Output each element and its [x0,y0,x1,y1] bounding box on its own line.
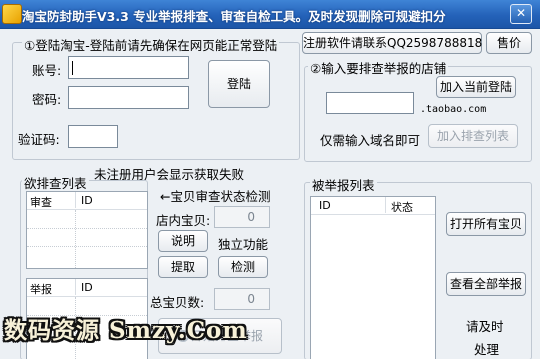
handle-notice-line2: 处理 [474,342,500,357]
app-icon [2,4,22,24]
extract-button[interactable]: 提取 [158,256,208,278]
id-column-header: ID [81,194,93,207]
login-heading: ①登陆淘宝-登陆前请先确保在网页能正常登陆 [22,35,280,54]
watermark: 数码资源 Smzy.Com [4,317,248,344]
audit-column-header: 审查 [30,196,52,209]
total-items-label: 总宝贝数: [150,295,205,310]
standalone-feature-label: 独立功能 [218,237,269,252]
total-items-field: 0 [214,288,270,310]
status-column-header: 状态 [391,201,413,214]
id-column-header: ID [319,199,331,212]
title-bar: 淘宝防封助手V3.3 专业举报排查、审查自检工具。及时发现删除可规避扣分 ✕ [0,0,540,29]
explain-button[interactable]: 说明 [158,230,208,252]
window-title: 淘宝防封助手V3.3 专业举报排查、审查自检工具。及时发现删除可规避扣分 [22,9,446,24]
password-input[interactable] [68,86,189,109]
register-button[interactable]: 注册软件请联系QQ2598788818 [302,32,482,54]
captcha-input[interactable] [68,125,118,148]
view-all-reports-button[interactable]: 查看全部举报 [446,272,526,296]
shop-items-field: 0 [214,206,270,228]
domain-suffix: .taobao.com [420,104,487,115]
captcha-label: 验证码: [18,132,60,147]
report-list-header: 举报 ID [27,279,147,297]
reported-list-header: ID 状态 [311,197,435,215]
reported-list[interactable]: ID 状态 [310,196,436,359]
report-column-header: 举报 [30,283,52,296]
shop-heading: ②输入要排查举报的店铺 [308,58,449,77]
password-label: 密码: [32,92,62,107]
audit-list[interactable]: 审查 ID [26,191,148,269]
check-list-title: 欲排查列表 [22,173,89,192]
reported-list-title: 被举报列表 [310,175,377,194]
status-check-title: ←宝贝审查状态检测 [160,189,271,204]
price-button[interactable]: 售价 [486,32,532,54]
account-label: 账号: [32,63,62,78]
shop-items-label: 店内宝贝: [156,213,211,228]
account-input[interactable] [68,56,189,79]
add-to-list-button[interactable]: 加入排查列表 [428,124,518,148]
audit-list-header: 审查 ID [27,192,147,210]
open-all-items-button[interactable]: 打开所有宝贝 [446,212,526,236]
detect-button[interactable]: 检测 [218,256,268,278]
close-button[interactable]: ✕ [510,4,532,24]
shop-hint: 仅需输入域名即可 [320,133,421,148]
login-button[interactable]: 登陆 [208,60,270,108]
shop-domain-input[interactable] [326,92,414,114]
add-current-login-button[interactable]: 加入当前登陆 [436,76,516,98]
id-column-header: ID [81,281,93,294]
handle-notice-line1: 请及时 [466,319,504,334]
